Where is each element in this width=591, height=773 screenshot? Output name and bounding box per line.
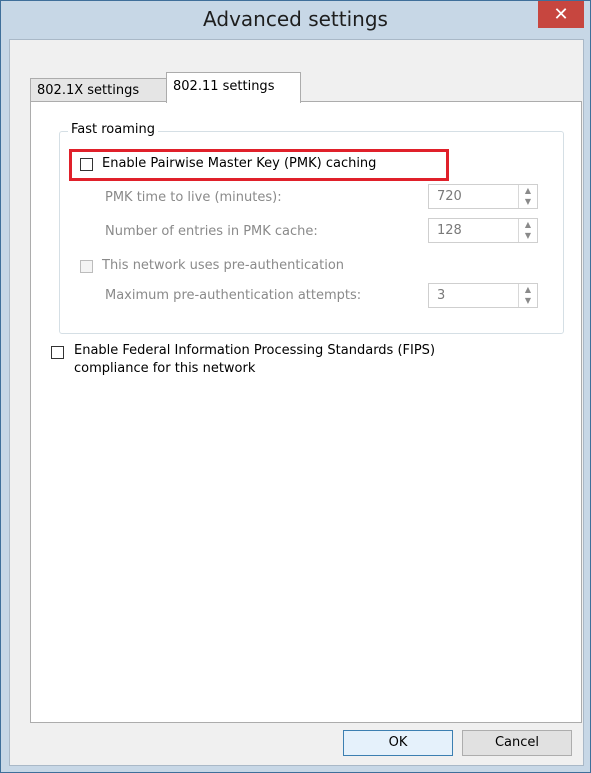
tab-8021x-settings[interactable]: 802.1X settings	[30, 78, 167, 102]
pmk-entries-value: 128	[437, 223, 462, 238]
fips-label: Enable Federal Information Processing St…	[74, 342, 435, 378]
tab-panel-80211: Fast roaming Enable Pairwise Master Key …	[30, 101, 582, 723]
preauth-attempts-spin-buttons: ▲ ▼	[518, 284, 537, 307]
fast-roaming-group: Fast roaming Enable Pairwise Master Key …	[59, 122, 564, 334]
cancel-button[interactable]: Cancel	[462, 730, 572, 756]
pmk-ttl-value: 720	[437, 189, 462, 204]
tab-80211-settings[interactable]: 802.11 settings	[166, 72, 301, 103]
preauth-attempts-value: 3	[437, 288, 446, 303]
pmk-ttl-spinner[interactable]: 720 ▲ ▼	[428, 184, 538, 209]
fast-roaming-legend: Fast roaming	[68, 122, 158, 137]
pmk-caching-label: Enable Pairwise Master Key (PMK) caching	[102, 156, 377, 171]
pmk-caching-checkbox[interactable]	[80, 158, 93, 171]
preauth-attempts-spinner[interactable]: 3 ▲ ▼	[428, 283, 538, 308]
fips-checkbox[interactable]	[51, 346, 64, 359]
pmk-entries-spin-buttons: ▲ ▼	[518, 219, 537, 242]
ok-button[interactable]: OK	[343, 730, 453, 756]
spin-up-icon[interactable]: ▲	[519, 219, 537, 230]
close-button[interactable]: ✕	[538, 1, 584, 28]
preauth-checkbox[interactable]	[80, 260, 93, 273]
fips-label-line2: compliance for this network	[74, 361, 256, 376]
spin-down-icon[interactable]: ▼	[519, 230, 537, 241]
dialog-client-area: 802.1X settings 802.11 settings Fast roa…	[9, 39, 584, 766]
preauth-attempts-label: Maximum pre-authentication attempts:	[105, 288, 362, 303]
preauth-label: This network uses pre-authentication	[102, 258, 345, 273]
pmk-entries-label: Number of entries in PMK cache:	[105, 224, 318, 239]
spin-down-icon[interactable]: ▼	[519, 196, 537, 207]
title-bar[interactable]: Advanced settings ✕	[1, 1, 590, 39]
spin-up-icon[interactable]: ▲	[519, 284, 537, 295]
fips-label-line1: Enable Federal Information Processing St…	[74, 343, 436, 358]
close-icon: ✕	[553, 4, 569, 25]
spin-down-icon[interactable]: ▼	[519, 295, 537, 306]
pmk-entries-spinner[interactable]: 128 ▲ ▼	[428, 218, 538, 243]
pmk-ttl-spin-buttons: ▲ ▼	[518, 185, 537, 208]
advanced-settings-window: Advanced settings ✕ 802.1X settings 802.…	[0, 0, 591, 773]
spin-up-icon[interactable]: ▲	[519, 185, 537, 196]
pmk-ttl-label: PMK time to live (minutes):	[105, 190, 282, 205]
window-title: Advanced settings	[203, 7, 388, 31]
